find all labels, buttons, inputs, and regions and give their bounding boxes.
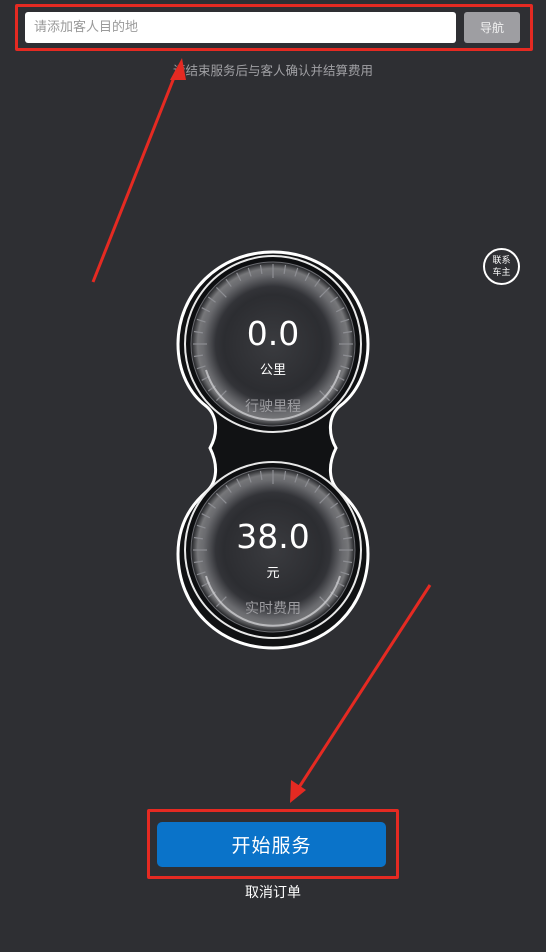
destination-input[interactable] <box>25 12 456 43</box>
navigate-button[interactable]: 导航 <box>464 12 520 43</box>
contact-owner-button[interactable]: 联系 车主 <box>483 248 520 285</box>
meter-panel: 0.0 公里 行驶里程 38.0 元 实时费用 <box>168 244 378 654</box>
fare-value: 38.0 <box>236 517 310 556</box>
arrow-head-down <box>290 780 306 803</box>
distance-value: 0.0 <box>246 314 300 353</box>
contact-line-1: 联系 <box>492 255 511 266</box>
arrow-line-up <box>91 69 179 283</box>
distance-unit: 公里 <box>259 363 286 378</box>
hint-text: 请结束服务后与客人确认并结算费用 <box>172 63 373 78</box>
start-service-button[interactable]: 开始服务 <box>157 822 386 867</box>
fare-label: 实时费用 <box>245 601 301 617</box>
contact-line-2: 车主 <box>492 267 511 278</box>
cancel-order-link[interactable]: 取消订单 <box>0 882 546 902</box>
page: 导航 请结束服务后与客人确认并结算费用 联系 车主 <box>0 0 546 952</box>
distance-label: 行驶里程 <box>245 399 301 415</box>
fare-unit: 元 <box>266 566 280 581</box>
gauge-graphic <box>176 250 370 650</box>
